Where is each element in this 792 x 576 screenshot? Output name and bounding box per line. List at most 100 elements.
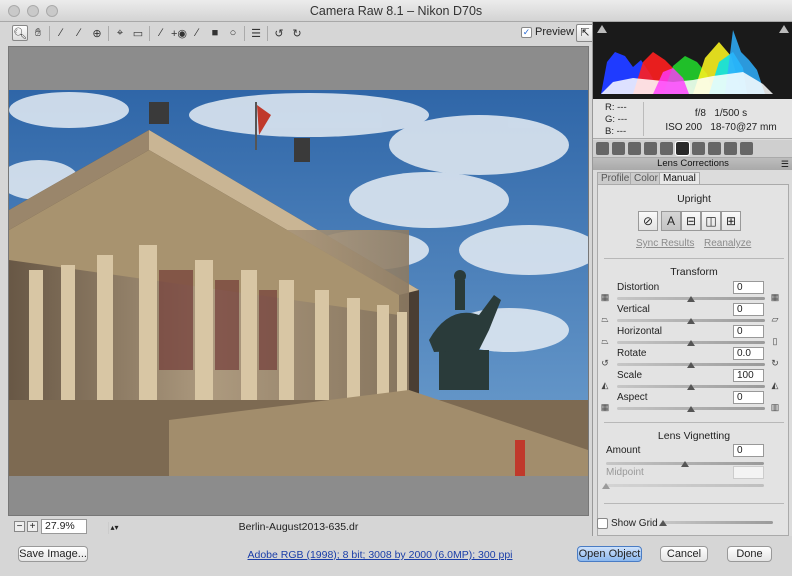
graduated-filter-tool[interactable]: ■ bbox=[207, 25, 223, 41]
aspect-label: Aspect bbox=[617, 392, 648, 403]
aspect-slider[interactable] bbox=[617, 406, 765, 412]
off-icon: ⊘ bbox=[642, 214, 654, 228]
scale-minus-icon: ◭ bbox=[601, 380, 609, 390]
reanalyze-link[interactable]: Reanalyze bbox=[704, 238, 751, 249]
info-divider bbox=[643, 102, 644, 136]
vertical-field[interactable]: 0 bbox=[733, 303, 764, 316]
zoom-tool[interactable]: 🔍︎ bbox=[12, 25, 28, 41]
save-image-button[interactable]: Save Image... bbox=[18, 546, 88, 562]
horizontal-minus-icon: ⏢ bbox=[601, 336, 609, 346]
aspect-field[interactable]: 0 bbox=[733, 391, 764, 404]
spot-removal-icon: ∕ bbox=[160, 27, 162, 39]
show-grid-toggle[interactable]: Show Grid bbox=[597, 518, 658, 529]
rotate-ccw-tool[interactable]: ↺ bbox=[271, 25, 287, 41]
grid-size-slider[interactable] bbox=[659, 520, 773, 526]
distortion-slider-thumb[interactable] bbox=[687, 296, 695, 302]
upright-off-button[interactable]: ⊘ bbox=[638, 211, 658, 231]
presets-icon[interactable] bbox=[724, 142, 737, 155]
crop-icon: ⌖ bbox=[116, 26, 124, 39]
vertical-minus-icon: ⏢ bbox=[601, 314, 609, 324]
tone-curve-icon[interactable] bbox=[612, 142, 625, 155]
crop-tool[interactable]: ⌖ bbox=[112, 25, 128, 41]
panel-menu-icon[interactable]: ☰ bbox=[781, 158, 789, 170]
effects-icon[interactable] bbox=[692, 142, 705, 155]
horizontal-slider-thumb[interactable] bbox=[687, 340, 695, 346]
vertical-slider-thumb[interactable] bbox=[687, 318, 695, 324]
vertical-slider[interactable] bbox=[617, 318, 765, 324]
lens-corrections-icon[interactable] bbox=[675, 141, 690, 156]
upright-level-button[interactable]: ⊟ bbox=[681, 211, 701, 231]
straighten-tool[interactable]: ▭ bbox=[130, 25, 146, 41]
rotate-cw-tool[interactable]: ↻ bbox=[289, 25, 305, 41]
camera-calibration-icon[interactable] bbox=[708, 142, 721, 155]
distortion-plus-icon: ▦ bbox=[770, 292, 780, 302]
horizontal-field[interactable]: 0 bbox=[733, 325, 764, 338]
midpoint-slider[interactable] bbox=[602, 483, 764, 489]
b-label: B: bbox=[605, 126, 614, 137]
sync-results-link[interactable]: Sync Results bbox=[636, 238, 694, 249]
image-canvas[interactable] bbox=[8, 46, 589, 516]
amount-slider[interactable] bbox=[606, 461, 764, 467]
close-window-button[interactable] bbox=[8, 5, 20, 17]
distortion-label: Distortion bbox=[617, 282, 660, 293]
aspect-slider-thumb[interactable] bbox=[687, 406, 695, 412]
rotate-slider[interactable] bbox=[617, 362, 765, 368]
preferences-tool[interactable]: ☰ bbox=[248, 25, 264, 41]
cancel-button[interactable]: Cancel bbox=[660, 546, 708, 562]
amount-slider-thumb[interactable] bbox=[681, 461, 689, 467]
toolbar: 🔍︎ ✋︎ ∕ ∕ ⊕ ⌖ ▭ ∕ +◉ ∕ ■ ○ ☰ ↺ ↻ ✓ Previ… bbox=[8, 24, 594, 44]
hsl-icon[interactable] bbox=[644, 142, 657, 155]
scale-field[interactable]: 100 bbox=[733, 369, 764, 382]
done-button[interactable]: Done bbox=[727, 546, 772, 562]
show-grid-label: Show Grid bbox=[611, 518, 658, 529]
upright-vertical-button[interactable]: ◫ bbox=[701, 211, 721, 231]
iso-value: ISO 200 bbox=[665, 122, 703, 133]
radial-filter-icon: ○ bbox=[229, 27, 237, 39]
white-balance-tool[interactable]: ∕ bbox=[53, 25, 69, 41]
minimize-window-button[interactable] bbox=[27, 5, 39, 17]
midpoint-label: Midpoint bbox=[606, 467, 644, 478]
scale-slider[interactable] bbox=[617, 384, 765, 390]
workflow-options-link[interactable]: Adobe RGB (1998); 8 bit; 3008 by 2000 (6… bbox=[200, 549, 560, 561]
amount-field[interactable]: 0 bbox=[733, 444, 764, 457]
hand-icon: ✋︎ bbox=[34, 26, 42, 39]
distortion-field[interactable]: 0 bbox=[733, 281, 764, 294]
aspect-minus-icon: ▦ bbox=[600, 402, 610, 412]
red-eye-tool[interactable]: +◉ bbox=[171, 25, 187, 41]
grid-size-slider-thumb[interactable] bbox=[659, 520, 667, 526]
preview-toggle[interactable]: ✓ Preview bbox=[521, 26, 574, 38]
upright-full-button[interactable]: ⊞ bbox=[721, 211, 741, 231]
shadow-clipping-warning[interactable] bbox=[597, 25, 607, 33]
rotate-ccw-icon: ↺ bbox=[274, 27, 284, 40]
hand-tool[interactable]: ✋︎ bbox=[30, 25, 46, 41]
target-adjust-tool[interactable]: ⊕ bbox=[89, 25, 105, 41]
rotate-field[interactable]: 0.0 bbox=[733, 347, 764, 360]
b-value: --- bbox=[616, 126, 627, 137]
spot-removal-tool[interactable]: ∕ bbox=[153, 25, 169, 41]
adjustment-brush-tool[interactable]: ∕ bbox=[189, 25, 205, 41]
snapshots-icon[interactable] bbox=[740, 142, 753, 155]
rgb-readout: R: --- G: --- B: --- bbox=[605, 102, 627, 138]
upright-auto-button[interactable]: A bbox=[661, 211, 681, 231]
level-icon: ⊟ bbox=[685, 214, 697, 228]
radial-filter-tool[interactable]: ○ bbox=[225, 25, 241, 41]
midpoint-slider-thumb[interactable] bbox=[602, 483, 610, 489]
section-divider bbox=[604, 258, 784, 259]
photo-image bbox=[9, 90, 588, 476]
detail-icon[interactable] bbox=[628, 142, 641, 155]
basic-panel-icon[interactable] bbox=[596, 142, 609, 155]
open-object-button[interactable]: Open Object bbox=[577, 546, 642, 562]
photo-preview bbox=[9, 90, 588, 476]
split-toning-icon[interactable] bbox=[660, 142, 673, 155]
scale-slider-thumb[interactable] bbox=[687, 384, 695, 390]
rotate-slider-thumb[interactable] bbox=[687, 362, 695, 368]
distortion-slider[interactable] bbox=[617, 296, 765, 302]
highlight-clipping-warning[interactable] bbox=[779, 25, 789, 33]
horizontal-slider[interactable] bbox=[617, 340, 765, 346]
show-grid-checkbox[interactable] bbox=[597, 518, 608, 529]
color-sampler-tool[interactable]: ∕ bbox=[71, 25, 87, 41]
preview-checkbox[interactable]: ✓ bbox=[521, 26, 532, 38]
midpoint-field[interactable] bbox=[733, 466, 764, 479]
rotate-minus-icon: ↺ bbox=[601, 358, 609, 368]
zoom-window-button[interactable] bbox=[46, 5, 58, 17]
